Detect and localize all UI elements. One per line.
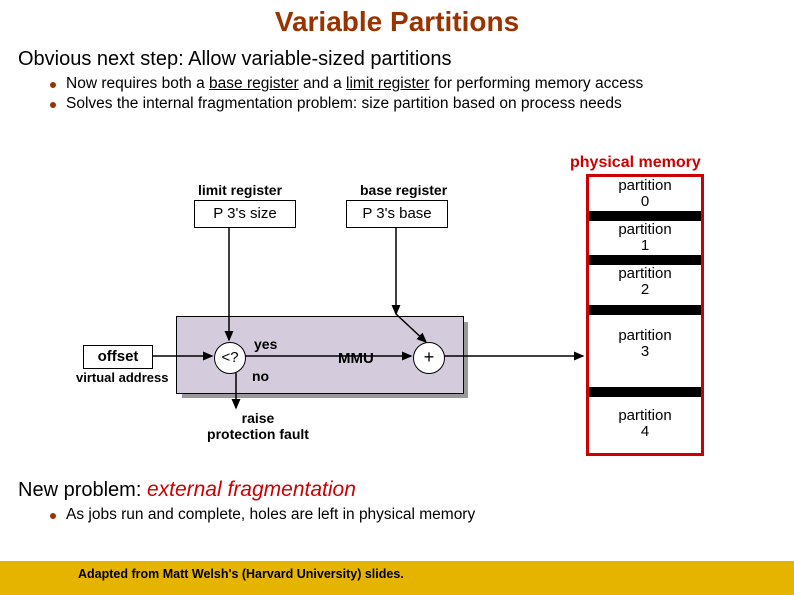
- new-problem: New problem: external fragmentation: [18, 478, 356, 502]
- adder: +: [413, 342, 445, 374]
- no-label: no: [252, 368, 269, 384]
- bullet-item: As jobs run and complete, holes are left…: [50, 506, 475, 524]
- protection-fault-label: raise protection fault: [204, 410, 312, 442]
- partition-1: partition1: [589, 221, 701, 256]
- yes-label: yes: [254, 336, 277, 352]
- slide-title: Variable Partitions: [0, 0, 794, 38]
- bullet-list-2: As jobs run and complete, holes are left…: [50, 506, 475, 524]
- virtual-address-label: virtual address: [76, 370, 169, 385]
- base-register-label: base register: [360, 182, 447, 198]
- slide-subtitle: Obvious next step: Allow variable-sized …: [18, 48, 794, 71]
- partition-2: partition2: [589, 265, 701, 306]
- partition-0: partition0: [589, 177, 701, 212]
- comparator: <?: [214, 342, 246, 374]
- limit-register-label: limit register: [198, 182, 282, 198]
- partition-3: partition3: [589, 327, 701, 388]
- physical-memory-label: physical memory: [570, 154, 701, 172]
- offset-box: offset: [83, 345, 153, 369]
- bullet-item: Solves the internal fragmentation proble…: [50, 95, 794, 113]
- memory-diagram: partition0 partition1 partition2 partiti…: [586, 174, 704, 456]
- diagram: physical memory limit register P 3's siz…: [18, 150, 778, 450]
- footer-text: Adapted from Matt Welsh's (Harvard Unive…: [78, 567, 404, 581]
- bullet-list: Now requires both a base register and a …: [50, 75, 794, 113]
- slide: Variable Partitions Obvious next step: A…: [0, 0, 794, 595]
- base-register-box: P 3's base: [346, 200, 448, 228]
- bullet-item: Now requires both a base register and a …: [50, 75, 794, 93]
- partition-4: partition4: [589, 407, 701, 452]
- mmu-label: MMU: [338, 350, 374, 367]
- limit-register-box: P 3's size: [194, 200, 296, 228]
